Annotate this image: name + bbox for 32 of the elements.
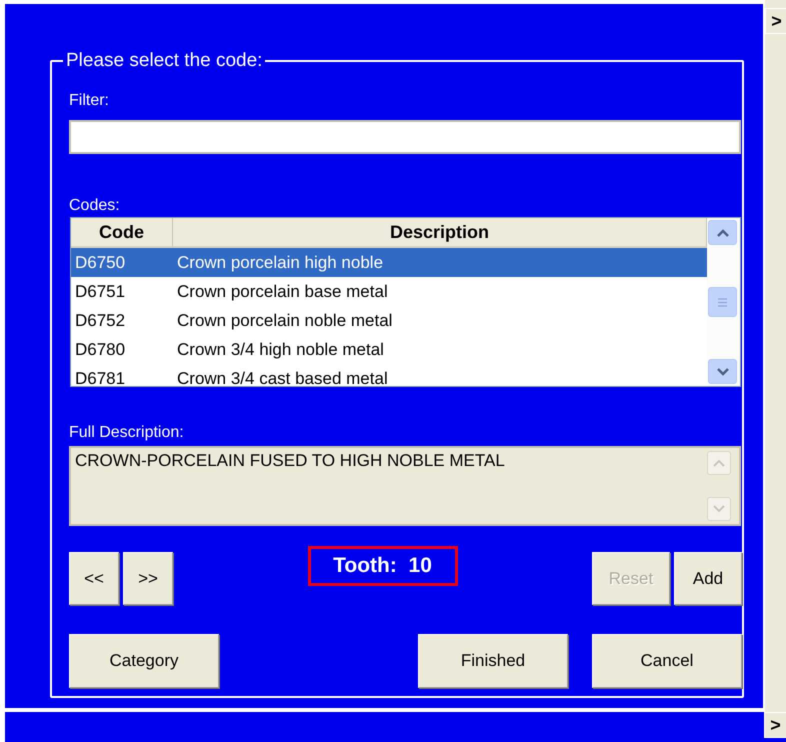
scroll-down-button[interactable] — [708, 359, 737, 384]
category-button[interactable]: Category — [69, 634, 219, 688]
column-header[interactable]: Code — [71, 218, 173, 248]
description-cell-text: Crown 3/4 cast based metal — [176, 368, 389, 386]
code-cell-text: D6751 — [74, 282, 126, 302]
code-cell-text: D6750 — [74, 252, 126, 272]
group-title: Please select the code: — [65, 50, 264, 72]
cancel-button[interactable]: Cancel — [592, 634, 742, 688]
code-cell-text: D6780 — [74, 340, 126, 360]
full-description-text: CROWN-PORCELAIN FUSED TO HIGH NOBLE METAL — [74, 450, 506, 472]
expand-button[interactable]: > — [765, 8, 786, 34]
selected-row-highlight[interactable]: D6750 Crown porcelain high noble — [71, 248, 707, 277]
scroll-up-button[interactable] — [708, 220, 737, 245]
description-cell-text: Crown porcelain base metal — [176, 282, 389, 302]
codes-label: Codes: — [69, 197, 121, 215]
filter-label: Filter: — [69, 92, 110, 110]
column-header[interactable]: Description — [173, 218, 707, 248]
code-cell-text: D6781 — [74, 368, 126, 386]
code-cell-text: D6752 — [74, 310, 126, 330]
scroll-thumb[interactable] — [708, 287, 737, 317]
finished-button[interactable]: Finished — [418, 634, 568, 688]
add-button[interactable]: Add — [674, 552, 742, 605]
grip-icon — [717, 298, 728, 306]
description-cell-text: Crown porcelain high noble — [176, 252, 384, 272]
description-cell-text: Crown 3/4 high noble metal — [176, 340, 385, 360]
filter-field[interactable] — [69, 120, 741, 154]
expand-button[interactable]: > — [764, 712, 786, 738]
next-button[interactable]: >> — [123, 552, 173, 605]
tooth-label: Tooth: 10 — [308, 546, 458, 586]
full-description-label: Full Description: — [69, 424, 185, 442]
description-cell-text: Crown porcelain noble metal — [176, 310, 394, 330]
previous-button[interactable]: << — [69, 552, 119, 605]
